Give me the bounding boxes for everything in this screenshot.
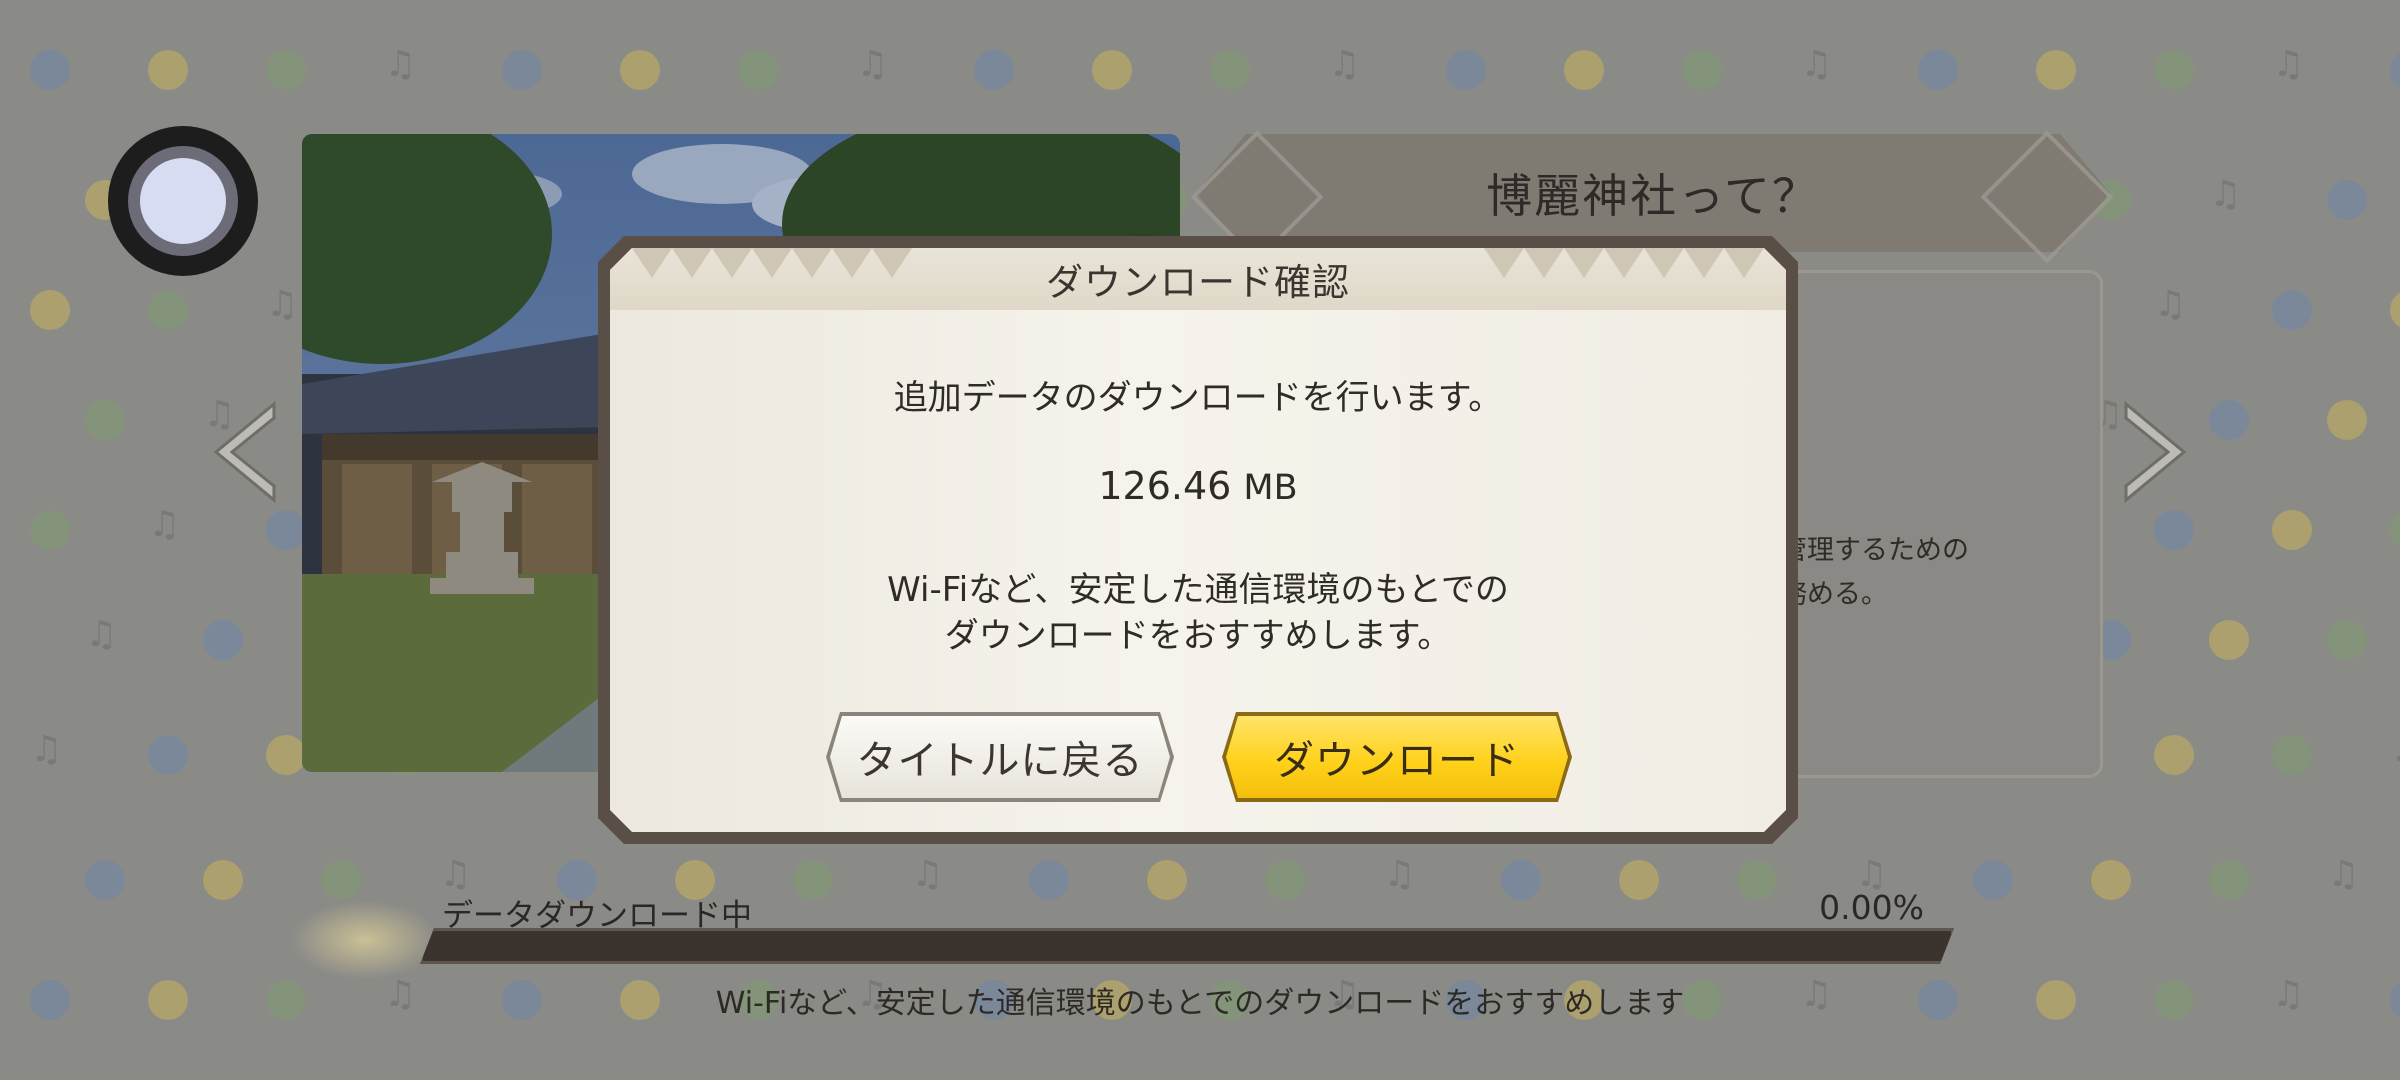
network-advice-text: Wi-Fiなど、安定した通信環境のもとでのダウンロードをおすすめします: [715, 986, 1685, 1021]
pattern-emblem-icon: [793, 860, 833, 900]
music-note-icon: ♫: [856, 44, 889, 85]
pattern-emblem-icon: [1682, 50, 1722, 90]
pattern-emblem-icon: [2154, 50, 2194, 90]
pattern-emblem-icon: [1265, 860, 1305, 900]
pattern-emblem-icon: [2154, 510, 2194, 550]
pattern-emblem-icon: [2327, 180, 2367, 220]
pattern-emblem-icon: [2327, 400, 2367, 440]
pattern-emblem-icon: [1737, 860, 1777, 900]
pattern-emblem-icon: [2154, 735, 2194, 775]
download-size-unit: MB: [1243, 468, 1298, 508]
pattern-emblem-icon: [30, 510, 70, 550]
progress-percent: 0.00%: [1819, 888, 1924, 927]
back-to-title-button[interactable]: タイトルに戻る: [826, 712, 1174, 802]
pattern-emblem-icon: [321, 860, 361, 900]
download-button[interactable]: ダウンロード: [1222, 712, 1572, 802]
music-note-icon: ♫: [266, 284, 299, 325]
pattern-emblem-icon: [1147, 860, 1187, 900]
pattern-emblem-icon: [148, 50, 188, 90]
pattern-emblem-icon: [2036, 50, 2076, 90]
info-title: 博麗神社って？: [1486, 169, 1820, 223]
virtual-joystick[interactable]: [108, 126, 258, 276]
music-note-icon: ♫: [439, 854, 472, 895]
pattern-emblem-icon: [2209, 860, 2249, 900]
pattern-emblem-icon: [266, 735, 306, 775]
pattern-emblem-icon: [85, 400, 125, 440]
music-note-icon: ♫: [1383, 854, 1416, 895]
pattern-emblem-icon: [203, 620, 243, 660]
pattern-emblem-icon: [30, 290, 70, 330]
pattern-emblem-icon: [2390, 50, 2400, 90]
download-size-value: 126.46: [1098, 464, 1232, 508]
music-note-icon: ♫: [2390, 729, 2400, 770]
next-arrow-icon[interactable]: [2120, 400, 2190, 504]
pattern-emblem-icon: [203, 860, 243, 900]
pattern-emblem-icon: [266, 50, 306, 90]
pattern-emblem-icon: [974, 50, 1014, 90]
dialog-title: ダウンロード確認: [1046, 261, 1350, 304]
pattern-emblem-icon: [620, 50, 660, 90]
pattern-emblem-icon: [1918, 50, 1958, 90]
pattern-emblem-icon: [30, 50, 70, 90]
pattern-emblem-icon: [2390, 290, 2400, 330]
pattern-emblem-icon: [502, 50, 542, 90]
music-note-icon: ♫: [1800, 44, 1833, 85]
pattern-emblem-icon: [2272, 290, 2312, 330]
pattern-emblem-icon: [1210, 50, 1250, 90]
music-note-icon: ♫: [2154, 284, 2187, 325]
pattern-emblem-icon: [1446, 50, 1486, 90]
dialog-body: [610, 248, 1786, 832]
music-note-icon: ♫: [384, 44, 417, 85]
info-description-line: 管理するための: [1780, 535, 1969, 566]
music-note-icon: ♫: [1328, 44, 1361, 85]
dialog-note-line: ダウンロードをおすすめします。: [944, 616, 1452, 656]
pattern-emblem-icon: [2272, 510, 2312, 550]
pattern-emblem-icon: [1092, 50, 1132, 90]
pattern-emblem-icon: [2272, 735, 2312, 775]
pattern-emblem-icon: [2390, 510, 2400, 550]
pattern-emblem-icon: [148, 735, 188, 775]
pattern-emblem-icon: [738, 50, 778, 90]
pattern-emblem-icon: [2209, 620, 2249, 660]
back-to-title-label: タイトルに戻る: [856, 738, 1144, 784]
pattern-emblem-icon: [148, 290, 188, 330]
dialog-message: 追加データのダウンロードを行います。: [893, 378, 1503, 418]
download-button-label: ダウンロード: [1274, 738, 1520, 784]
previous-arrow-icon[interactable]: [210, 400, 280, 504]
joystick-knob[interactable]: [140, 158, 226, 244]
progress-sparkle: [290, 900, 440, 980]
music-note-icon: ♫: [2209, 174, 2242, 215]
music-note-icon: ♫: [85, 614, 118, 655]
music-note-icon: ♫: [30, 729, 63, 770]
dialog-note-line: Wi-Fiなど、安定した通信環境のもとでの: [887, 570, 1509, 610]
pattern-emblem-icon: [1029, 860, 1069, 900]
pattern-emblem-icon: [85, 860, 125, 900]
pattern-emblem-icon: [1973, 860, 2013, 900]
pattern-emblem-icon: [2209, 400, 2249, 440]
music-note-icon: ♫: [148, 504, 181, 545]
download-size: 126.46 MB: [610, 464, 1786, 508]
progress-bar: [420, 928, 1954, 964]
pattern-emblem-icon: [1501, 860, 1541, 900]
pattern-emblem-icon: [266, 510, 306, 550]
music-note-icon: ♫: [2327, 854, 2360, 895]
pattern-emblem-icon: [1619, 860, 1659, 900]
music-note-icon: ♫: [911, 854, 944, 895]
pattern-emblem-icon: [2327, 620, 2367, 660]
pattern-emblem-icon: [2091, 860, 2131, 900]
pattern-emblem-icon: [1564, 50, 1604, 90]
music-note-icon: ♫: [2272, 44, 2305, 85]
